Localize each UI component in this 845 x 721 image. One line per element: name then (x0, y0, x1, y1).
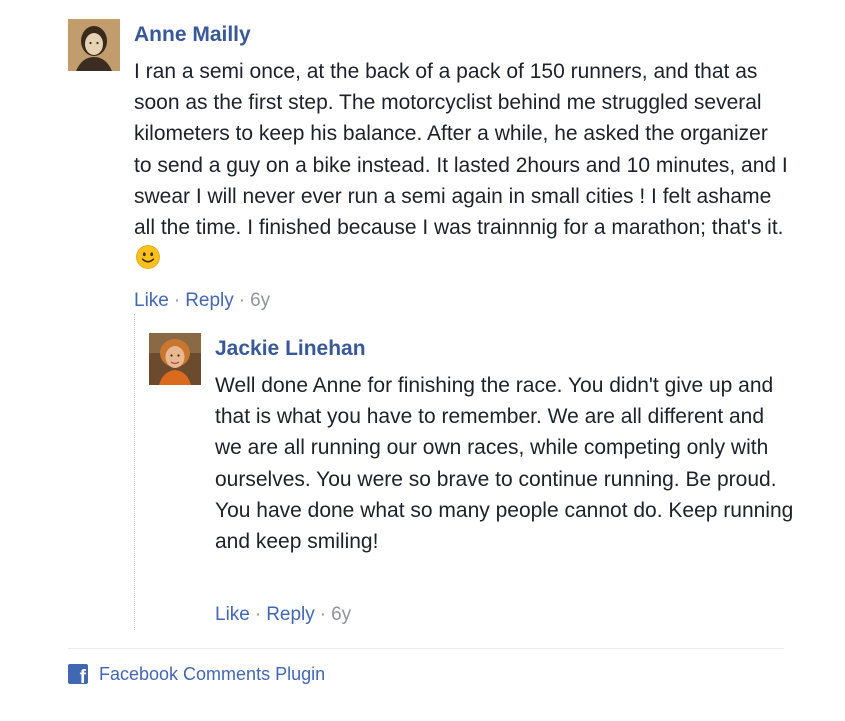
comment-actions: Like · Reply · 6y (134, 289, 270, 313)
footer-divider (68, 648, 784, 649)
comment-author[interactable]: Jackie Linehan (215, 333, 366, 365)
avatar[interactable] (68, 19, 120, 71)
separator: · (319, 604, 327, 625)
comment-author[interactable]: Anne Mailly (134, 19, 251, 51)
avatar-photo (149, 333, 201, 385)
timestamp[interactable]: 6y (250, 290, 270, 311)
separator: · (238, 290, 246, 311)
plugin-footer: f Facebook Comments Plugin (68, 663, 325, 685)
avatar-photo (68, 19, 120, 71)
reply-link[interactable]: Reply (185, 290, 234, 311)
comment-text: Well done Anne for finishing the race. Y… (215, 374, 794, 554)
comment-text-content: I ran a semi once, at the back of a pack… (134, 60, 788, 240)
like-link[interactable]: Like (215, 604, 250, 625)
reply-thread-rail (134, 314, 135, 630)
like-link[interactable]: Like (134, 290, 169, 311)
facebook-icon[interactable]: f (68, 664, 88, 684)
separator: · (254, 604, 262, 625)
reply-link[interactable]: Reply (266, 604, 315, 625)
comment-body: Jackie Linehan Well done Anne for finish… (215, 333, 795, 557)
comment-body: Anne Mailly I ran a semi once, at the ba… (134, 19, 789, 274)
plugin-link[interactable]: Facebook Comments Plugin (99, 664, 325, 685)
slightly-smiling-face-icon (136, 245, 160, 270)
timestamp[interactable]: 6y (331, 604, 351, 625)
comment-text: I ran a semi once, at the back of a pack… (134, 56, 789, 274)
avatar[interactable] (149, 333, 201, 385)
comment-actions: Like · Reply · 6y (215, 603, 351, 627)
separator: · (173, 290, 181, 311)
